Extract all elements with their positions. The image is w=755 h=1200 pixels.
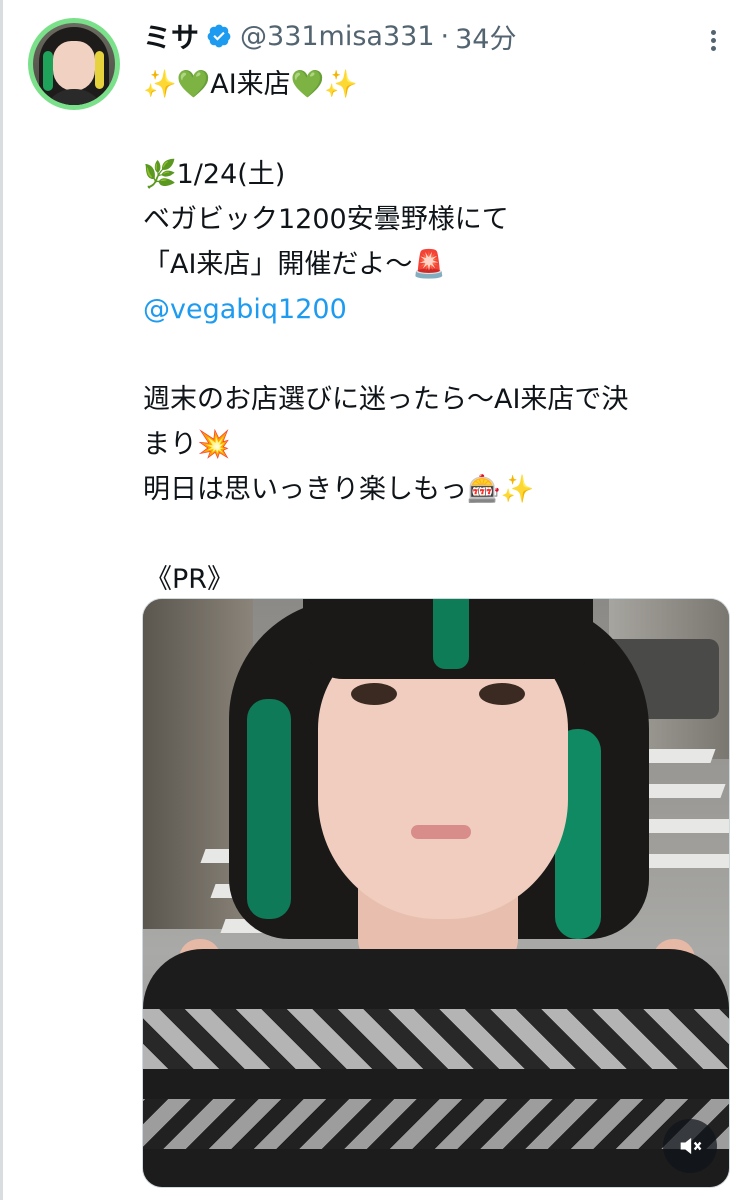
mention-link[interactable]: @vegabiq1200 xyxy=(143,294,347,325)
tweet-text: ✨💚AI来店💚✨ 🌿1/24(土) ベガビック1200安曇野様にて 「AI来店」… xyxy=(143,62,733,602)
tweet-line: まり💥 xyxy=(143,429,231,460)
avatar-image xyxy=(33,23,115,105)
tweet-line: 「AI来店」開催だよ〜🚨 xyxy=(143,249,447,280)
tweet-line: 🌿1/24(土) xyxy=(143,159,286,190)
tweet-line: 週末のお店選びに迷ったら〜AI来店で決 xyxy=(143,384,629,415)
media-video[interactable] xyxy=(142,598,730,1188)
tweet-line: ベガビック1200安曇野様にて xyxy=(143,204,509,235)
header-separator: · xyxy=(440,20,450,52)
verified-badge-icon xyxy=(207,24,231,48)
timestamp[interactable]: 34分 xyxy=(455,17,516,56)
volume-muted-icon[interactable] xyxy=(663,1119,717,1173)
left-divider xyxy=(0,0,3,1200)
display-name[interactable]: ミサ xyxy=(143,16,199,56)
user-handle[interactable]: @331misa331 xyxy=(240,21,434,52)
avatar[interactable] xyxy=(28,18,120,110)
tweet-line: ✨💚AI来店💚✨ xyxy=(143,69,358,100)
tweet-line: 明日は思いっきり楽しもっ🎰✨ xyxy=(143,474,535,505)
more-options-icon[interactable] xyxy=(704,30,722,51)
tweet-header: ミサ @331misa331 · 34分 xyxy=(143,16,516,56)
pr-label: 《PR》 xyxy=(145,564,235,595)
